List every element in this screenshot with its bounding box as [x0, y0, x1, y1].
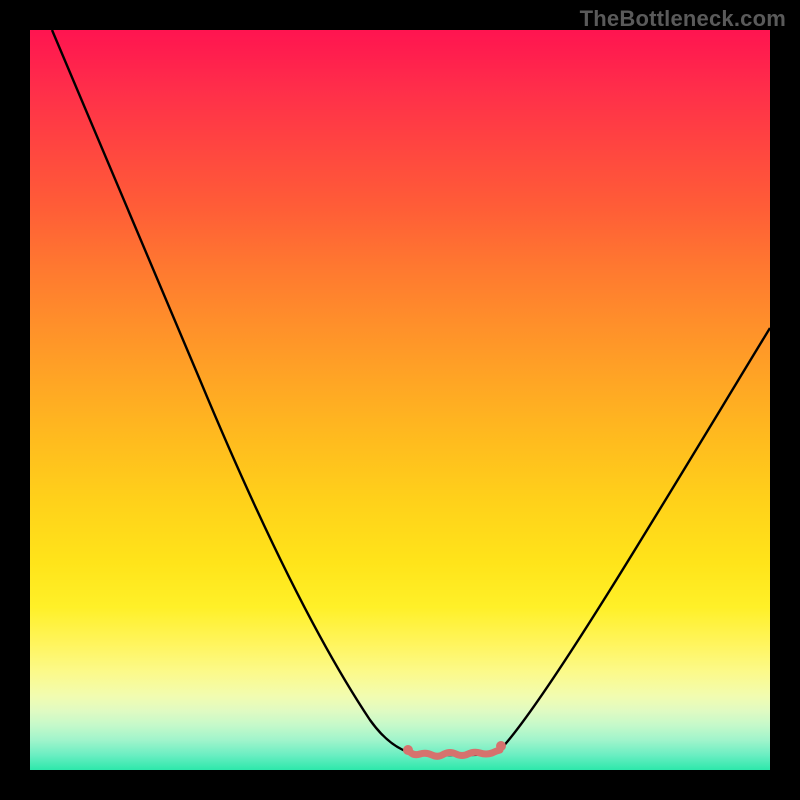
bottleneck-curve [30, 30, 770, 770]
watermark-text: TheBottleneck.com [580, 6, 786, 32]
valley-start-dot [403, 745, 413, 755]
plot-area [30, 30, 770, 770]
valley-end-dot [496, 741, 506, 751]
curve-path [52, 30, 770, 755]
valley-marker [410, 750, 500, 756]
chart-container: TheBottleneck.com [0, 0, 800, 800]
